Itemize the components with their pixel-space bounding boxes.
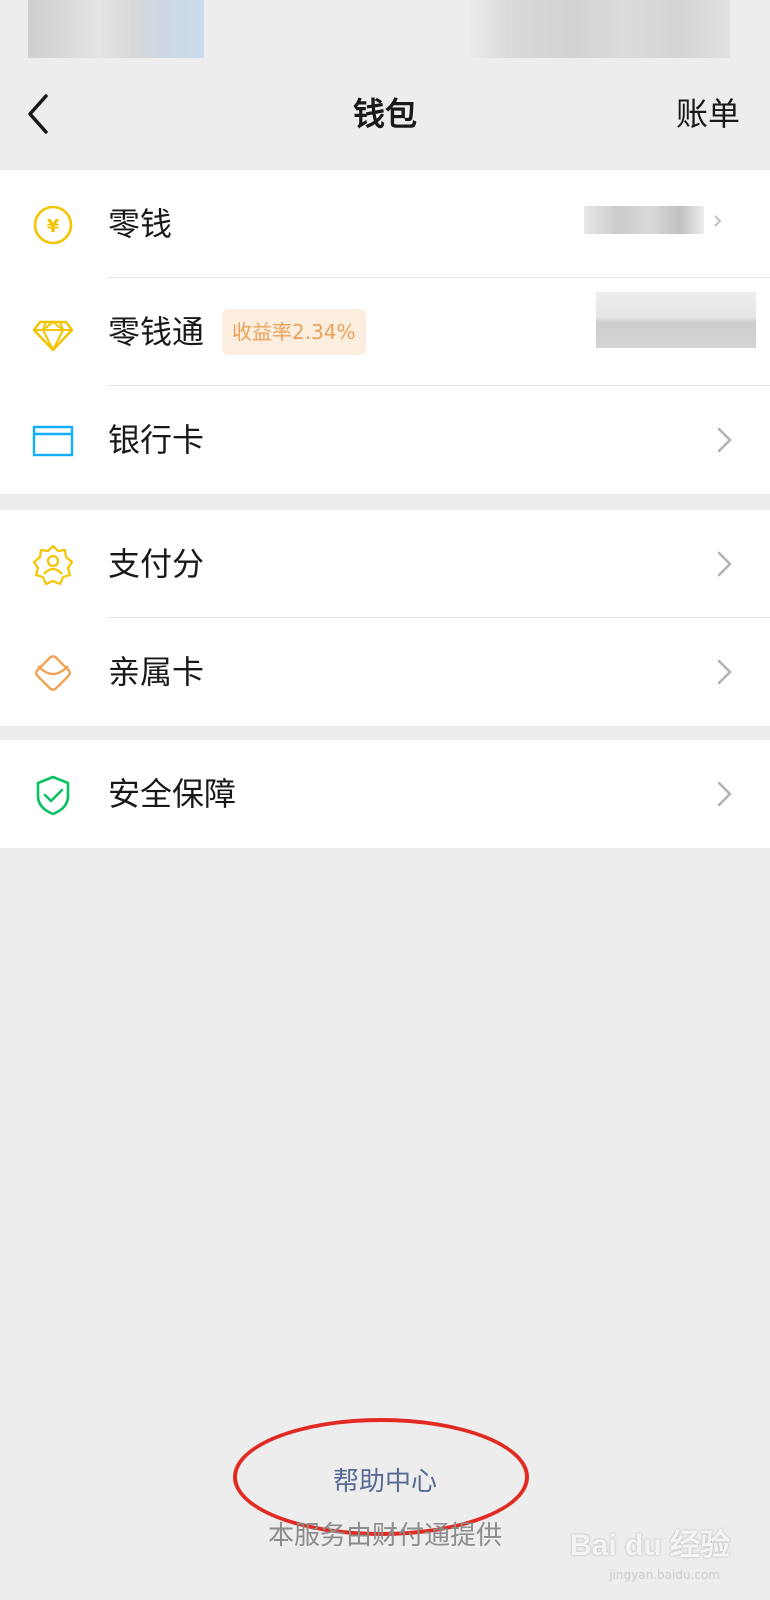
watermark-url: jingyan.baidu.com (609, 1568, 720, 1582)
chevron-right-icon (717, 551, 732, 577)
wallet-group-security: 安全保障 (0, 740, 770, 848)
menu-item-security[interactable]: 安全保障 (0, 740, 770, 848)
shield-check-icon (36, 775, 70, 816)
status-bar-blurred-right (470, 0, 730, 58)
menu-item-payment-score[interactable]: 支付分 (0, 510, 770, 618)
yuan-coin-icon: ¥ (33, 205, 73, 245)
baidu-jingyan-watermark: Bai du 经验 (569, 1529, 730, 1562)
page-title: 钱包 (352, 95, 417, 133)
chevron-right-icon (714, 215, 722, 227)
help-center-link[interactable]: 帮助中心 (0, 1462, 770, 1502)
chevron-right-icon (717, 659, 732, 685)
bill-button[interactable]: 账单 (676, 84, 740, 144)
menu-item-change[interactable]: ¥ 零钱 (0, 170, 770, 278)
yield-rate-badge: 收益率2.34% (222, 309, 366, 355)
family-card-icon (35, 655, 71, 691)
menu-item-bank-card[interactable]: 银行卡 (0, 386, 770, 494)
svg-text:¥: ¥ (47, 216, 60, 237)
credit-score-icon (32, 544, 74, 586)
menu-item-lingqiantong[interactable]: 零钱通 收益率2.34% (0, 278, 770, 386)
status-bar-blurred-left (28, 0, 204, 58)
diamond-icon (32, 320, 74, 352)
wallet-group-balance: ¥ 零钱 零钱通 收益率2.34% 银行卡 (0, 170, 770, 494)
chevron-right-icon (717, 781, 732, 807)
balance-amount-blurred (584, 206, 704, 234)
menu-item-family-card[interactable]: 亲属卡 (0, 618, 770, 726)
menu-item-label: 亲属卡 (108, 653, 205, 691)
chevron-right-icon (717, 427, 732, 453)
menu-item-label: 银行卡 (108, 421, 205, 459)
menu-item-label: 零钱通 (108, 313, 205, 351)
navigation-bar: 钱包 账单 (0, 60, 770, 168)
wallet-group-services: 支付分 亲属卡 (0, 510, 770, 726)
status-bar (0, 0, 770, 60)
lingqiantong-amount-blurred (596, 292, 756, 348)
menu-item-label: 安全保障 (108, 775, 237, 813)
bank-card-icon (32, 425, 74, 457)
menu-item-label: 零钱 (108, 205, 173, 243)
menu-item-label: 支付分 (108, 545, 205, 583)
